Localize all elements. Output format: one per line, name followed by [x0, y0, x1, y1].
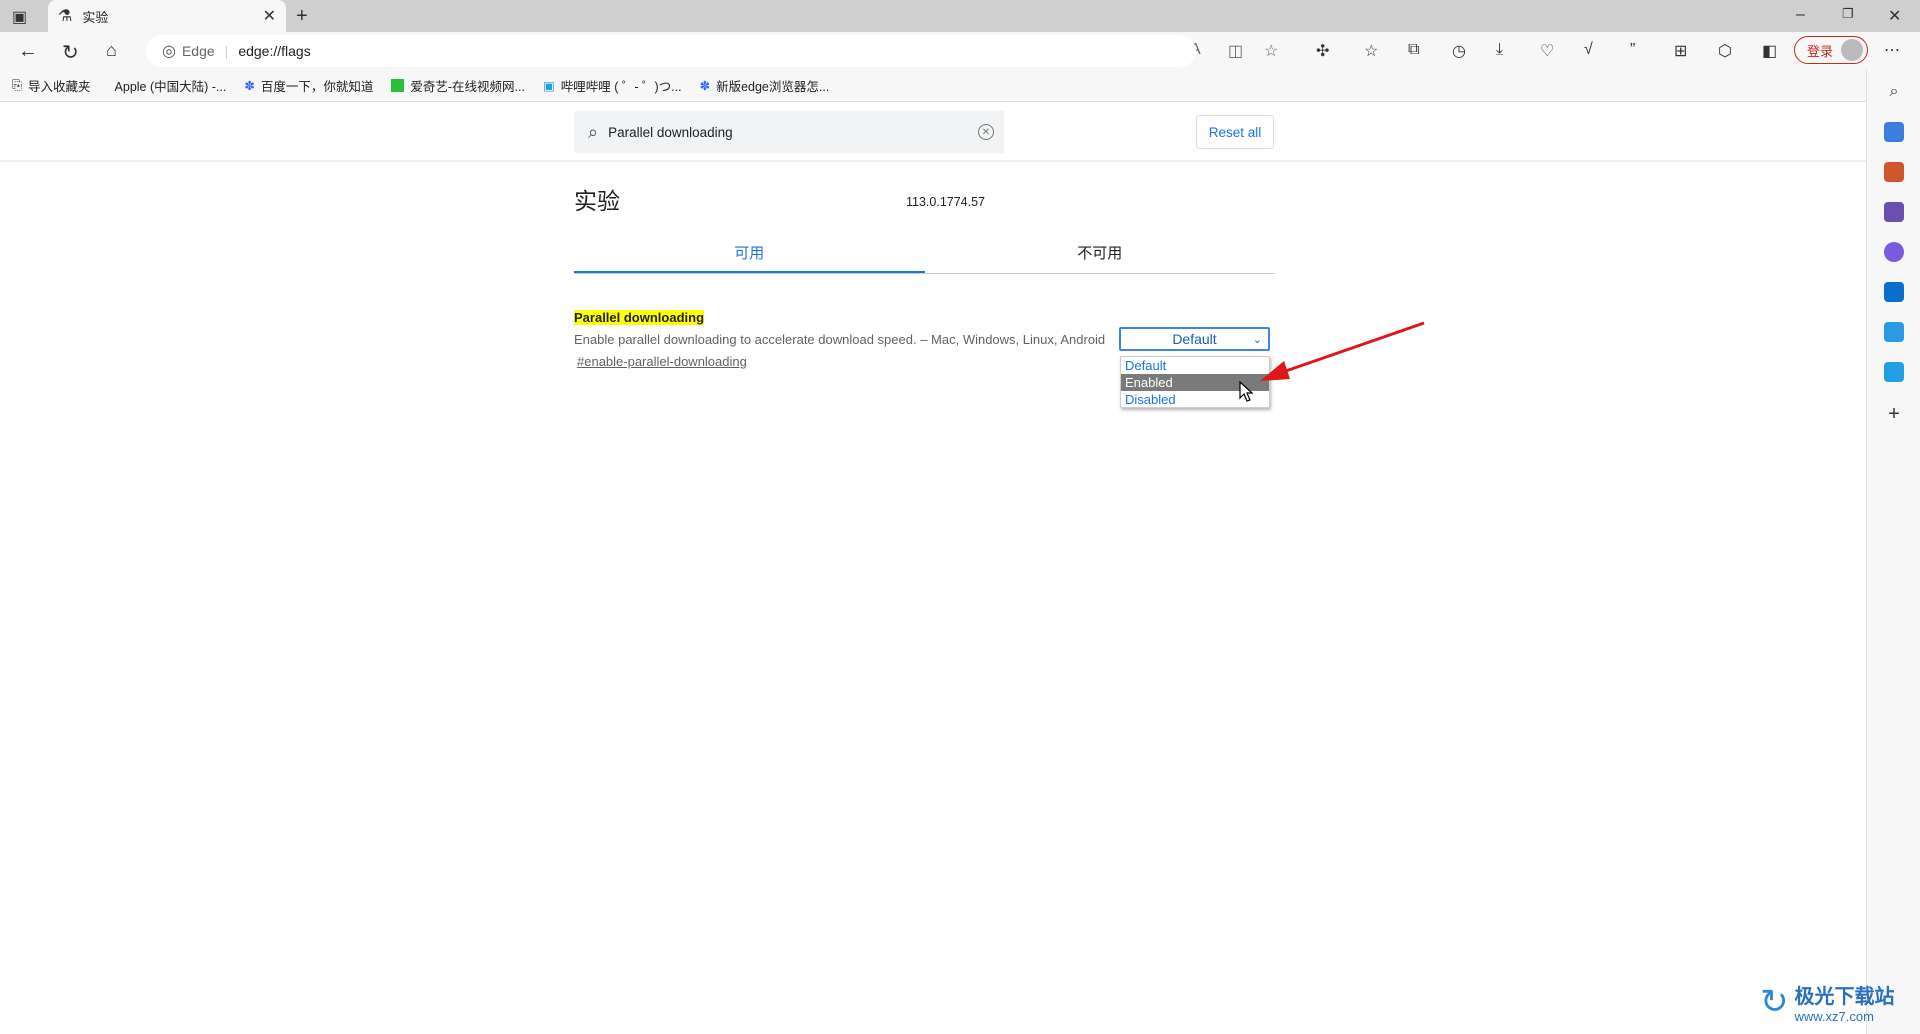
watermark-logo-icon: ↻ [1760, 983, 1789, 1021]
refresh-icon[interactable]: ↻ [62, 40, 79, 65]
flask-icon: ⚗ [58, 8, 73, 25]
baidu-icon: ✽ [244, 79, 255, 93]
add-favorite-icon[interactable]: ☆ [1264, 41, 1278, 61]
drop-icon[interactable] [1884, 322, 1904, 342]
bookmark-item[interactable]: ⎘ 导入收藏夹 [12, 76, 91, 95]
version: 113.0.1774.57 [906, 195, 986, 209]
avatar [1841, 39, 1864, 61]
browser-essentials-icon[interactable]: ⬡ [1718, 41, 1732, 61]
minimize-icon[interactable]: – [1796, 6, 1805, 24]
games-icon[interactable] [1884, 202, 1904, 222]
edge-sidebar: ⌕ + [1866, 70, 1920, 1034]
tab-unavailable[interactable]: 不可用 [925, 236, 1276, 273]
math-solver-icon[interactable]: √ [1584, 41, 1593, 59]
reader-icon[interactable]: ◫ [1228, 41, 1243, 61]
search-input[interactable]: ⌕ Parallel downloading ✕ [574, 111, 1004, 153]
red-arrow-annotation [1260, 321, 1425, 381]
reset-all-button[interactable]: Reset all [1196, 115, 1274, 149]
bookmark-item[interactable]: ✽ 新版edge浏览器怎... [700, 76, 830, 95]
citations-icon[interactable]: ” [1630, 41, 1635, 59]
apps-icon[interactable]: ⊞ [1674, 41, 1687, 61]
flag-select[interactable]: Default ⌄ [1119, 327, 1270, 351]
baidu-icon: ✽ [699, 79, 711, 93]
close-tab-icon[interactable]: ✕ [263, 6, 276, 26]
new-tab-icon[interactable]: + [296, 5, 308, 28]
home-icon[interactable]: ⌂ [106, 40, 117, 61]
clear-search-icon[interactable]: ✕ [978, 124, 994, 140]
downloads-icon[interactable]: ⤓ [1496, 41, 1503, 59]
history-icon[interactable]: ◷ [1452, 41, 1466, 61]
tab-available[interactable]: 可用 [574, 236, 925, 273]
edge-logo-icon: ◎ [162, 43, 176, 60]
tools-icon[interactable] [1884, 162, 1904, 182]
tab-strip: ▣ ⚗ 实验 ✕ + – ❐ ✕ [0, 0, 1920, 32]
sidebar-toggle-icon[interactable]: ◧ [1762, 41, 1777, 61]
watermark: ↻ 极光下载站 www.xz7.com [1760, 983, 1895, 1024]
bookmark-item[interactable]: ✽ 百度一下，你就知道 [244, 76, 373, 95]
favorites-icon[interactable]: ☆ [1364, 41, 1378, 61]
back-icon[interactable]: ← [18, 40, 38, 63]
close-window-icon[interactable]: ✕ [1888, 6, 1901, 26]
tab-flags[interactable]: ⚗ 实验 ✕ [48, 0, 286, 32]
option-default[interactable]: Default [1121, 357, 1269, 374]
microsoft365-icon[interactable] [1884, 242, 1904, 262]
performance-icon[interactable]: ♡ [1540, 41, 1554, 61]
flag-name: Parallel downloading [574, 310, 705, 325]
address-bar[interactable]: ◎ Edge | edge://flags [146, 35, 1196, 67]
login-button[interactable]: 登录 [1794, 36, 1868, 64]
collections-icon[interactable]: ⧉ [1408, 41, 1419, 59]
more-icon[interactable]: ⋯ [1884, 40, 1900, 60]
flag-description: Enable parallel downloading to accelerat… [574, 332, 1106, 347]
bookmark-item[interactable]: Apple (中国大陆) -... [109, 76, 227, 95]
search-icon[interactable]: ⌕ [1884, 82, 1904, 102]
flag-link[interactable]: #enable-parallel-downloading [577, 354, 747, 369]
restore-icon[interactable]: ❐ [1842, 6, 1854, 22]
flags-tabs: 可用 不可用 [574, 236, 1275, 274]
search-icon: ⌕ [588, 121, 599, 142]
shopping-icon[interactable] [1884, 122, 1904, 142]
bookmarks-bar: ⎘ 导入收藏夹 Apple (中国大陆) -... ✽ 百度一下，你就知道 爱奇艺-… [0, 70, 1920, 102]
extensions-icon[interactable]: ✣ [1316, 41, 1329, 61]
bilibili-icon[interactable] [1884, 362, 1904, 382]
bookmark-item[interactable]: 爱奇艺-在线视频网... [391, 76, 525, 95]
bilibili-icon: ▣ [542, 79, 555, 93]
iqiyi-icon [391, 79, 405, 92]
outlook-icon[interactable] [1884, 282, 1904, 302]
tab-actions-icon[interactable]: ▣ [12, 7, 27, 27]
import-icon: ⎘ [12, 78, 23, 92]
url-text: edge://flags [238, 43, 311, 59]
page-title: 实验 [574, 188, 620, 214]
bookmark-item[interactable]: ▣ 哔哩哔哩 ( ゜- ゜)つ... [543, 76, 682, 95]
add-icon[interactable]: + [1884, 403, 1904, 425]
